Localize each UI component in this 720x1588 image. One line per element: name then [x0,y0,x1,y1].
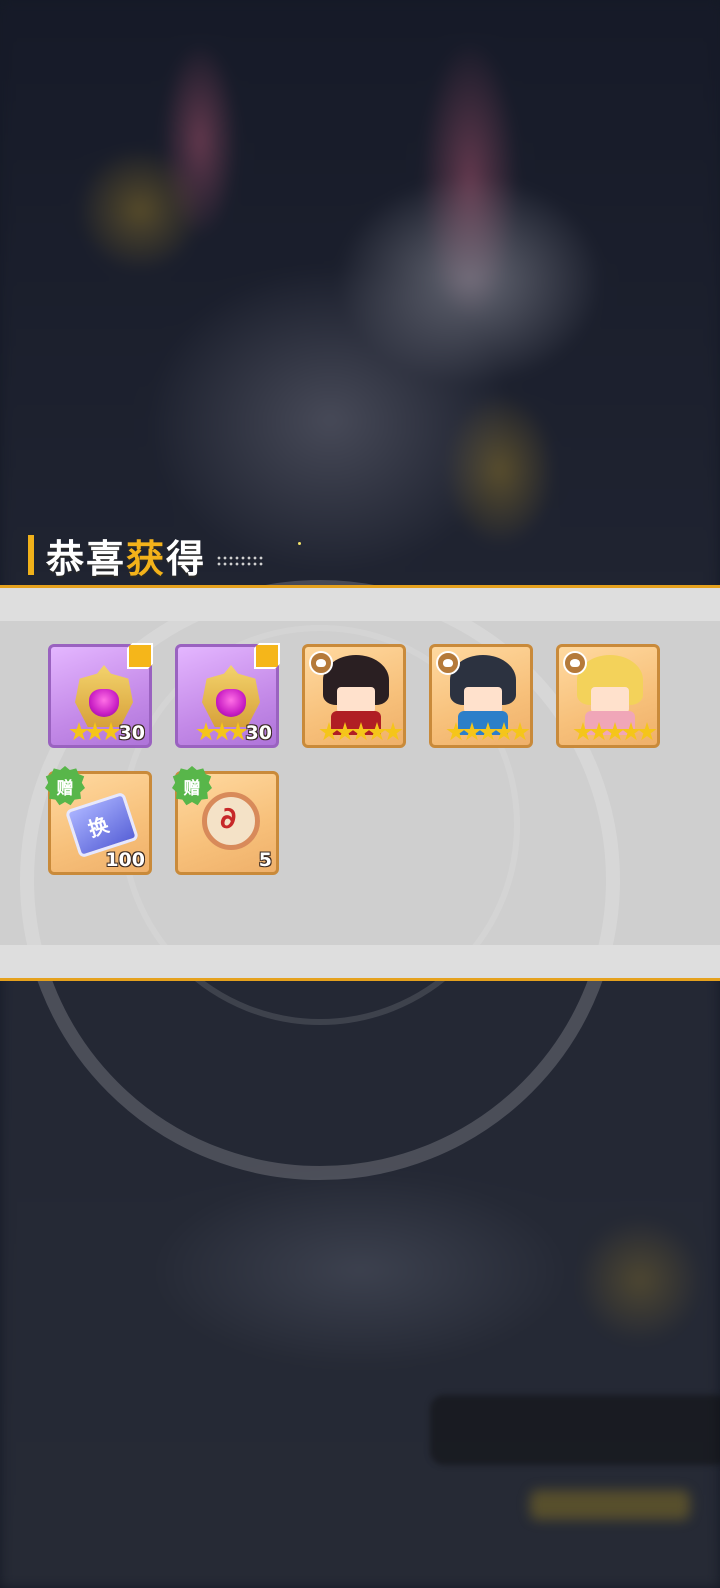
reward-item-helmet-1[interactable]: 30 [48,643,153,748]
star-rating [196,722,248,744]
lotus-icon [309,651,333,675]
star-rating [573,722,657,744]
star-icon [212,722,232,741]
background-blurred-glow [530,1490,690,1520]
hero-face [337,687,375,713]
background-blurred-bar [430,1395,720,1465]
star-rating [319,722,403,744]
star-icon [462,722,482,741]
title-text: 恭喜获得 [46,528,206,583]
helmet-icon [75,665,133,727]
reward-item-helmet-2[interactable]: 30 [175,643,280,748]
star-icon [589,722,609,741]
star-rating [446,722,530,744]
star-icon [85,722,105,741]
star-icon [319,722,339,741]
gift-badge: 赠 [45,766,85,806]
star-icon [335,722,355,741]
star-rating [69,722,121,744]
title-part1: 恭喜 [46,536,127,581]
lotus-icon [563,651,587,675]
reward-item-hero-1[interactable] [302,644,406,748]
equipment-tag-icon [127,643,153,669]
star-icon [494,722,514,741]
reward-item-coin[interactable]: 赠 5 [172,766,279,875]
star-icon [637,722,657,741]
star-icon [478,722,498,741]
title-highlight: 获 [126,536,167,581]
helmet-icon [202,665,260,727]
reward-item-ticket[interactable]: 赠 100 [45,766,152,875]
lotus-icon [436,651,460,675]
title-accent-bar [28,535,34,575]
sparkle-decoration [298,542,301,545]
reward-item-hero-3[interactable] [556,644,660,748]
star-icon [573,722,593,741]
star-icon [383,722,403,741]
hero-face [591,687,629,713]
dragon-coin-icon [202,792,260,850]
title-dots-decoration [216,555,265,567]
equipment-tag-icon [254,643,280,669]
star-icon [621,722,641,741]
star-icon [367,722,387,741]
hero-face [464,687,502,713]
panel-top-band [0,585,720,621]
star-icon [446,722,466,741]
reward-item-hero-2[interactable] [429,644,533,748]
reward-panel[interactable]: 30 30 换 赠 100 ∂ 赠 5 [0,580,720,1180]
item-quantity: 30 [118,722,145,744]
star-icon [605,722,625,741]
star-icon [351,722,371,741]
star-icon [196,722,216,741]
title-part2: 得 [166,536,207,581]
item-quantity: 5 [258,849,272,871]
item-quantity: 30 [245,722,272,744]
panel-bottom-band [0,945,720,981]
item-quantity: 100 [105,849,145,871]
reward-title: 恭喜获得 [28,528,265,583]
star-icon [510,722,530,741]
gift-badge: 赠 [172,766,212,806]
star-icon [69,722,89,741]
